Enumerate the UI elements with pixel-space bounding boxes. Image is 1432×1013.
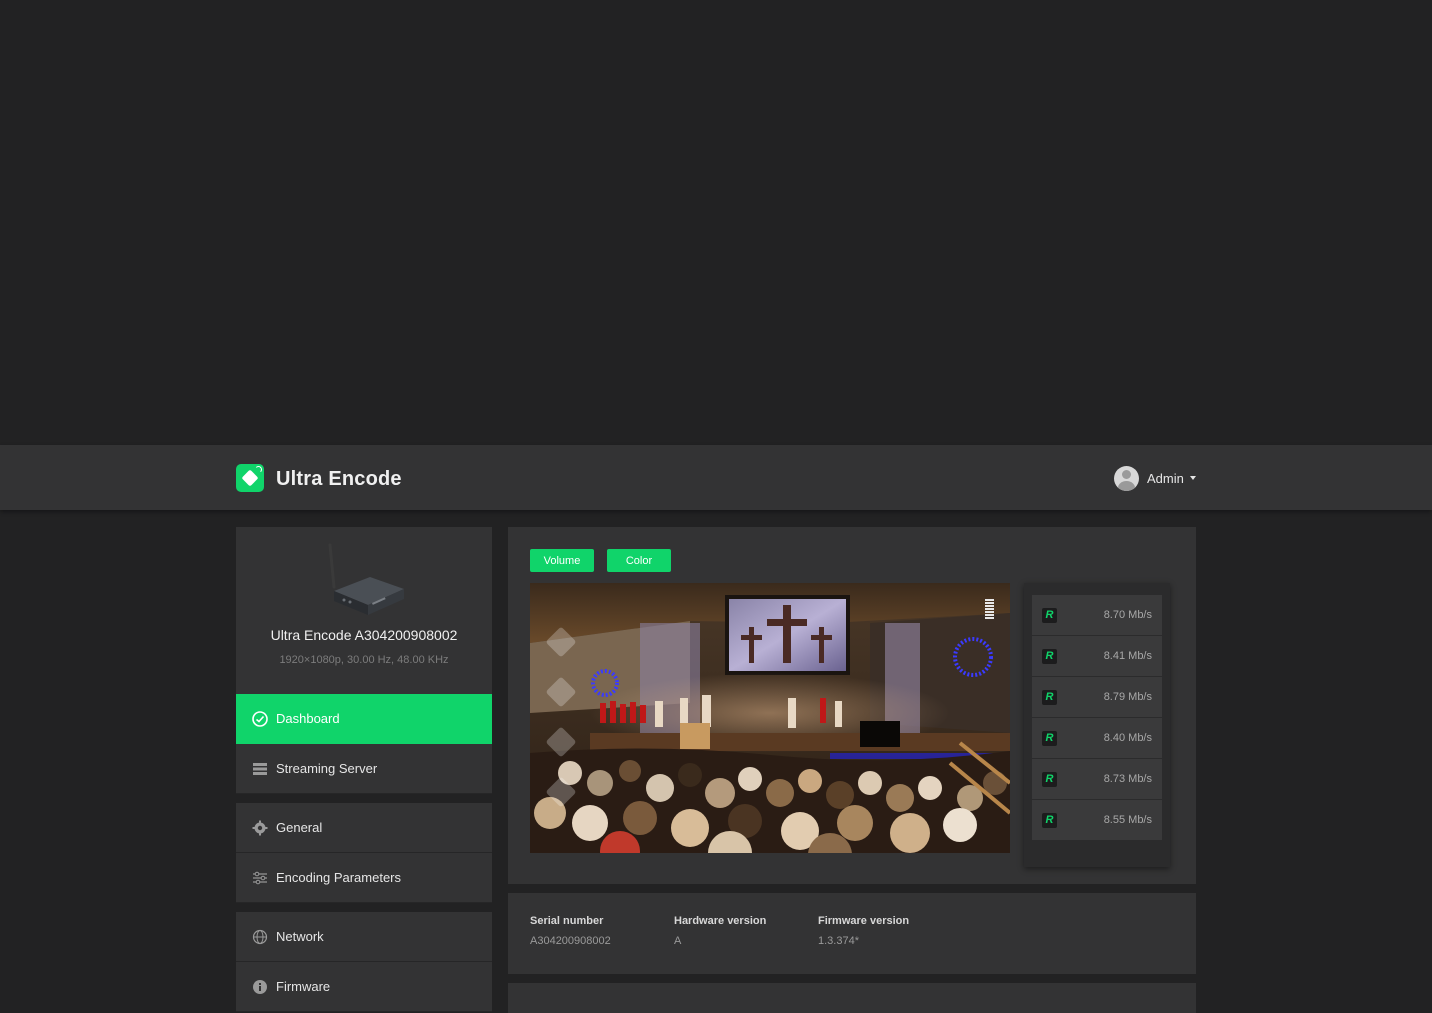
server-icon — [252, 761, 268, 777]
recording-badge-icon: R — [1042, 730, 1057, 746]
app-header: Ultra Encode Admin — [0, 445, 1432, 510]
sidebar-item-network[interactable]: Network — [236, 912, 492, 962]
bitrate-value: 8.55 Mb/s — [1103, 814, 1152, 826]
firmware-version-field: Firmware version 1.3.374* — [818, 915, 909, 947]
device-name: Ultra Encode A304200908002 — [270, 627, 458, 643]
recording-badge-icon: R — [1042, 648, 1057, 664]
hardware-version-label: Hardware version — [674, 915, 767, 927]
serial-number-value: A304200908002 — [530, 935, 611, 947]
list-item: R 8.79 Mb/s — [1032, 677, 1162, 718]
sidebar-item-label: Encoding Parameters — [276, 870, 402, 885]
list-item: R 8.55 Mb/s — [1032, 800, 1162, 841]
recording-badge-icon: R — [1042, 607, 1057, 623]
list-item: R 8.41 Mb/s — [1032, 636, 1162, 677]
recording-badge-icon: R — [1042, 689, 1057, 705]
info-icon — [252, 979, 268, 995]
serial-number-field: Serial number A304200908002 — [530, 915, 611, 947]
video-preview[interactable] — [530, 583, 1010, 853]
gear-icon — [252, 820, 268, 836]
device-image — [328, 543, 404, 615]
firmware-version-label: Firmware version — [818, 915, 910, 927]
sidebar-item-label: Firmware — [276, 979, 331, 994]
sidebar-item-general[interactable]: General — [236, 803, 492, 853]
volume-button[interactable]: Volume — [530, 549, 594, 572]
user-name: Admin — [1147, 470, 1184, 486]
list-item: R 8.40 Mb/s — [1032, 718, 1162, 759]
dashboard-icon — [252, 710, 268, 727]
list-item: R 8.70 Mb/s — [1032, 595, 1162, 636]
recording-badge-icon: R — [1042, 771, 1057, 787]
next-card — [508, 983, 1196, 1013]
sidebar-item-encoding-parameters[interactable]: Encoding Parameters — [236, 853, 492, 903]
bitrate-value: 8.70 Mb/s — [1103, 609, 1152, 621]
device-spec: 1920×1080p, 30.00 Hz, 48.00 KHz — [279, 654, 449, 666]
sidebar: Ultra Encode A304200908002 1920×1080p, 3… — [236, 527, 492, 1012]
sidebar-item-label: Streaming Server — [276, 761, 378, 776]
serial-number-label: Serial number — [530, 915, 604, 927]
device-card: Ultra Encode A304200908002 1920×1080p, 3… — [236, 527, 492, 694]
app-logo-icon[interactable] — [236, 464, 264, 492]
globe-icon — [252, 929, 268, 945]
sidebar-item-firmware[interactable]: Firmware — [236, 962, 492, 1012]
device-info-card: Serial number A304200908002 Hardware ver… — [508, 893, 1196, 974]
sidebar-item-label: Dashboard — [276, 711, 340, 726]
sidebar-item-label: General — [276, 820, 323, 835]
hardware-version-value: A — [674, 935, 682, 947]
chevron-down-icon — [1189, 476, 1196, 480]
firmware-version-value: 1.3.374* — [818, 935, 859, 947]
list-item: R 8.73 Mb/s — [1032, 759, 1162, 800]
sliders-icon — [252, 870, 268, 886]
sidebar-item-dashboard[interactable]: Dashboard — [236, 694, 492, 744]
recording-badge-icon: R — [1042, 812, 1057, 828]
app-title: Ultra Encode — [276, 468, 402, 490]
bitrate-value: 8.40 Mb/s — [1103, 732, 1152, 744]
blank-area — [0, 0, 1432, 445]
user-menu[interactable]: Admin — [1114, 465, 1196, 491]
preview-card: Volume Color R 8.70 Mb/s R 8.41 Mb/s R 8… — [508, 527, 1196, 884]
sidebar-item-streaming-server[interactable]: Streaming Server — [236, 744, 492, 794]
sidebar-item-label: Network — [276, 929, 324, 944]
stream-rate-list: R 8.70 Mb/s R 8.41 Mb/s R 8.79 Mb/s R 8.… — [1024, 583, 1170, 867]
avatar — [1114, 465, 1139, 491]
audio-meter-icon — [985, 599, 994, 619]
bitrate-value: 8.41 Mb/s — [1103, 650, 1152, 662]
hardware-version-field: Hardware version A — [674, 915, 766, 947]
bitrate-value: 8.73 Mb/s — [1103, 773, 1152, 785]
bitrate-value: 8.79 Mb/s — [1103, 691, 1152, 703]
color-button[interactable]: Color — [607, 549, 671, 572]
